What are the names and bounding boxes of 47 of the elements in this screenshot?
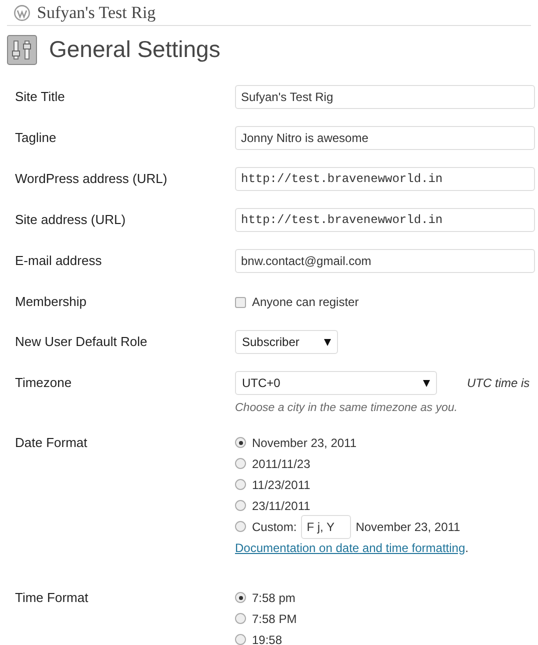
radio-button[interactable] [235,500,246,511]
dropdown-arrow-icon [324,338,331,346]
field-label: Site address (URL) [14,211,127,229]
dropdown[interactable]: Subscriber [235,330,338,354]
option-label: 2011/11/23 [252,456,310,472]
option-label: 19:58 [252,632,282,645]
dropdown[interactable]: UTC+0 [235,371,437,395]
period-text: . [465,540,468,556]
option-label: 11/23/2011 [252,476,310,494]
text-field[interactable]: http://test.bravenewworld.in [235,208,535,232]
text-field[interactable]: Sufyan's Test Rig [235,85,535,109]
radio-button[interactable] [235,458,246,469]
radio-button[interactable] [235,592,246,603]
radio-button[interactable] [235,437,246,448]
option-label: 7:58 PM [252,610,297,628]
field-label: Timezone [14,374,73,392]
field-label: Time Format [14,589,90,607]
checkbox-label: Anyone can register [252,294,359,311]
radio-button[interactable] [235,613,246,624]
radio-button[interactable] [235,521,246,532]
settings-icon [7,34,37,64]
field-label: New User Default Role [14,333,148,351]
radio-button[interactable] [235,479,246,490]
documentation-link[interactable]: Documentation on date and time formatting [235,538,466,556]
hint-text: Choose a city in the same timezone as you. [235,401,458,416]
text-field[interactable]: http://test.bravenewworld.in [235,167,535,191]
text-field[interactable]: bnw.contact@gmail.com [235,249,535,273]
format-preview: November 23, 2011 [356,518,460,536]
field-label: E-mail address [14,252,103,270]
page-title: General Settings [49,35,220,64]
utc-time-note: UTC time is [467,375,530,392]
text-field[interactable]: F j, Y [300,514,351,538]
option-label: November 23, 2011 [252,434,357,452]
option-label: Custom: [252,518,297,536]
site-name: Sufyan's Test Rig [37,2,156,24]
text-field[interactable]: Jonny Nitro is awesome [235,126,535,150]
wordpress-logo-icon [14,4,30,20]
field-label: Membership [14,293,88,311]
field-label: Tagline [14,129,58,147]
field-label: WordPress address (URL) [14,170,168,188]
field-label: Site Title [14,88,66,106]
field-label: Date Format [14,434,88,452]
option-label: 23/11/2011 [252,498,310,514]
radio-button[interactable] [235,634,246,645]
option-label: 7:58 pm [252,590,296,606]
dropdown-arrow-icon [423,380,430,386]
checkbox[interactable] [235,296,246,308]
